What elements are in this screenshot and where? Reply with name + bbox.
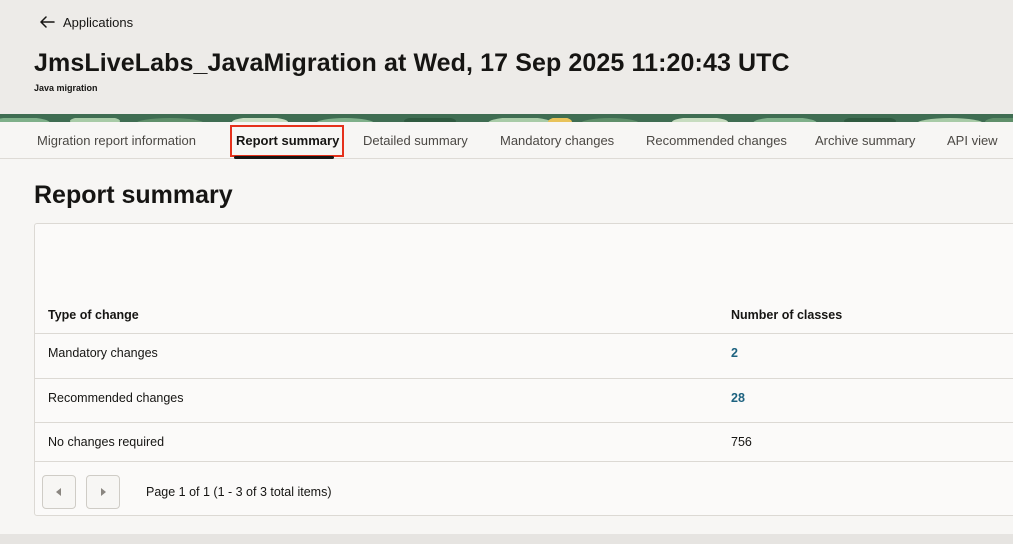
tab-migration-report-information[interactable]: Migration report information xyxy=(37,122,196,159)
page-header: Applications JmsLiveLabs_JavaMigration a… xyxy=(0,0,1013,114)
arrow-left-icon xyxy=(40,16,55,28)
section-title: Report summary xyxy=(34,181,233,209)
tab-mandatory-changes[interactable]: Mandatory changes xyxy=(500,122,614,159)
row-divider xyxy=(35,422,1013,423)
row-divider xyxy=(35,461,1013,462)
chevron-left-icon xyxy=(55,483,63,501)
row-type-of-change: No changes required xyxy=(48,435,165,449)
tab-archive-summary[interactable]: Archive summary xyxy=(815,122,915,159)
previous-page-button[interactable] xyxy=(42,475,76,509)
column-header-type-of-change[interactable]: Type of change xyxy=(48,308,139,322)
row-number-of-classes: 756 xyxy=(731,435,752,449)
row-number-of-classes-link[interactable]: 28 xyxy=(731,391,745,405)
tab-report-summary[interactable]: Report summary xyxy=(236,122,339,159)
tab-api-view[interactable]: API view xyxy=(947,122,998,159)
next-page-button[interactable] xyxy=(86,475,120,509)
page-title: JmsLiveLabs_JavaMigration at Wed, 17 Sep… xyxy=(34,49,790,77)
report-summary-table xyxy=(34,223,1013,516)
page-footer-strip xyxy=(0,534,1013,544)
back-to-applications-link[interactable]: Applications xyxy=(40,12,133,32)
column-header-number-of-classes[interactable]: Number of classes xyxy=(731,308,842,322)
row-divider xyxy=(35,333,1013,334)
tab-detailed-summary[interactable]: Detailed summary xyxy=(363,122,468,159)
tab-bar: Migration report information Report summ… xyxy=(0,122,1013,159)
row-divider xyxy=(35,378,1013,379)
row-type-of-change: Recommended changes xyxy=(48,391,184,405)
page-subtitle: Java migration xyxy=(34,83,98,93)
tab-recommended-changes[interactable]: Recommended changes xyxy=(646,122,787,159)
pagination-status: Page 1 of 1 (1 - 3 of 3 total items) xyxy=(146,485,332,499)
row-type-of-change: Mandatory changes xyxy=(48,346,158,360)
row-number-of-classes-link[interactable]: 2 xyxy=(731,346,738,360)
back-link-label: Applications xyxy=(63,14,134,30)
chevron-right-icon xyxy=(99,483,107,501)
